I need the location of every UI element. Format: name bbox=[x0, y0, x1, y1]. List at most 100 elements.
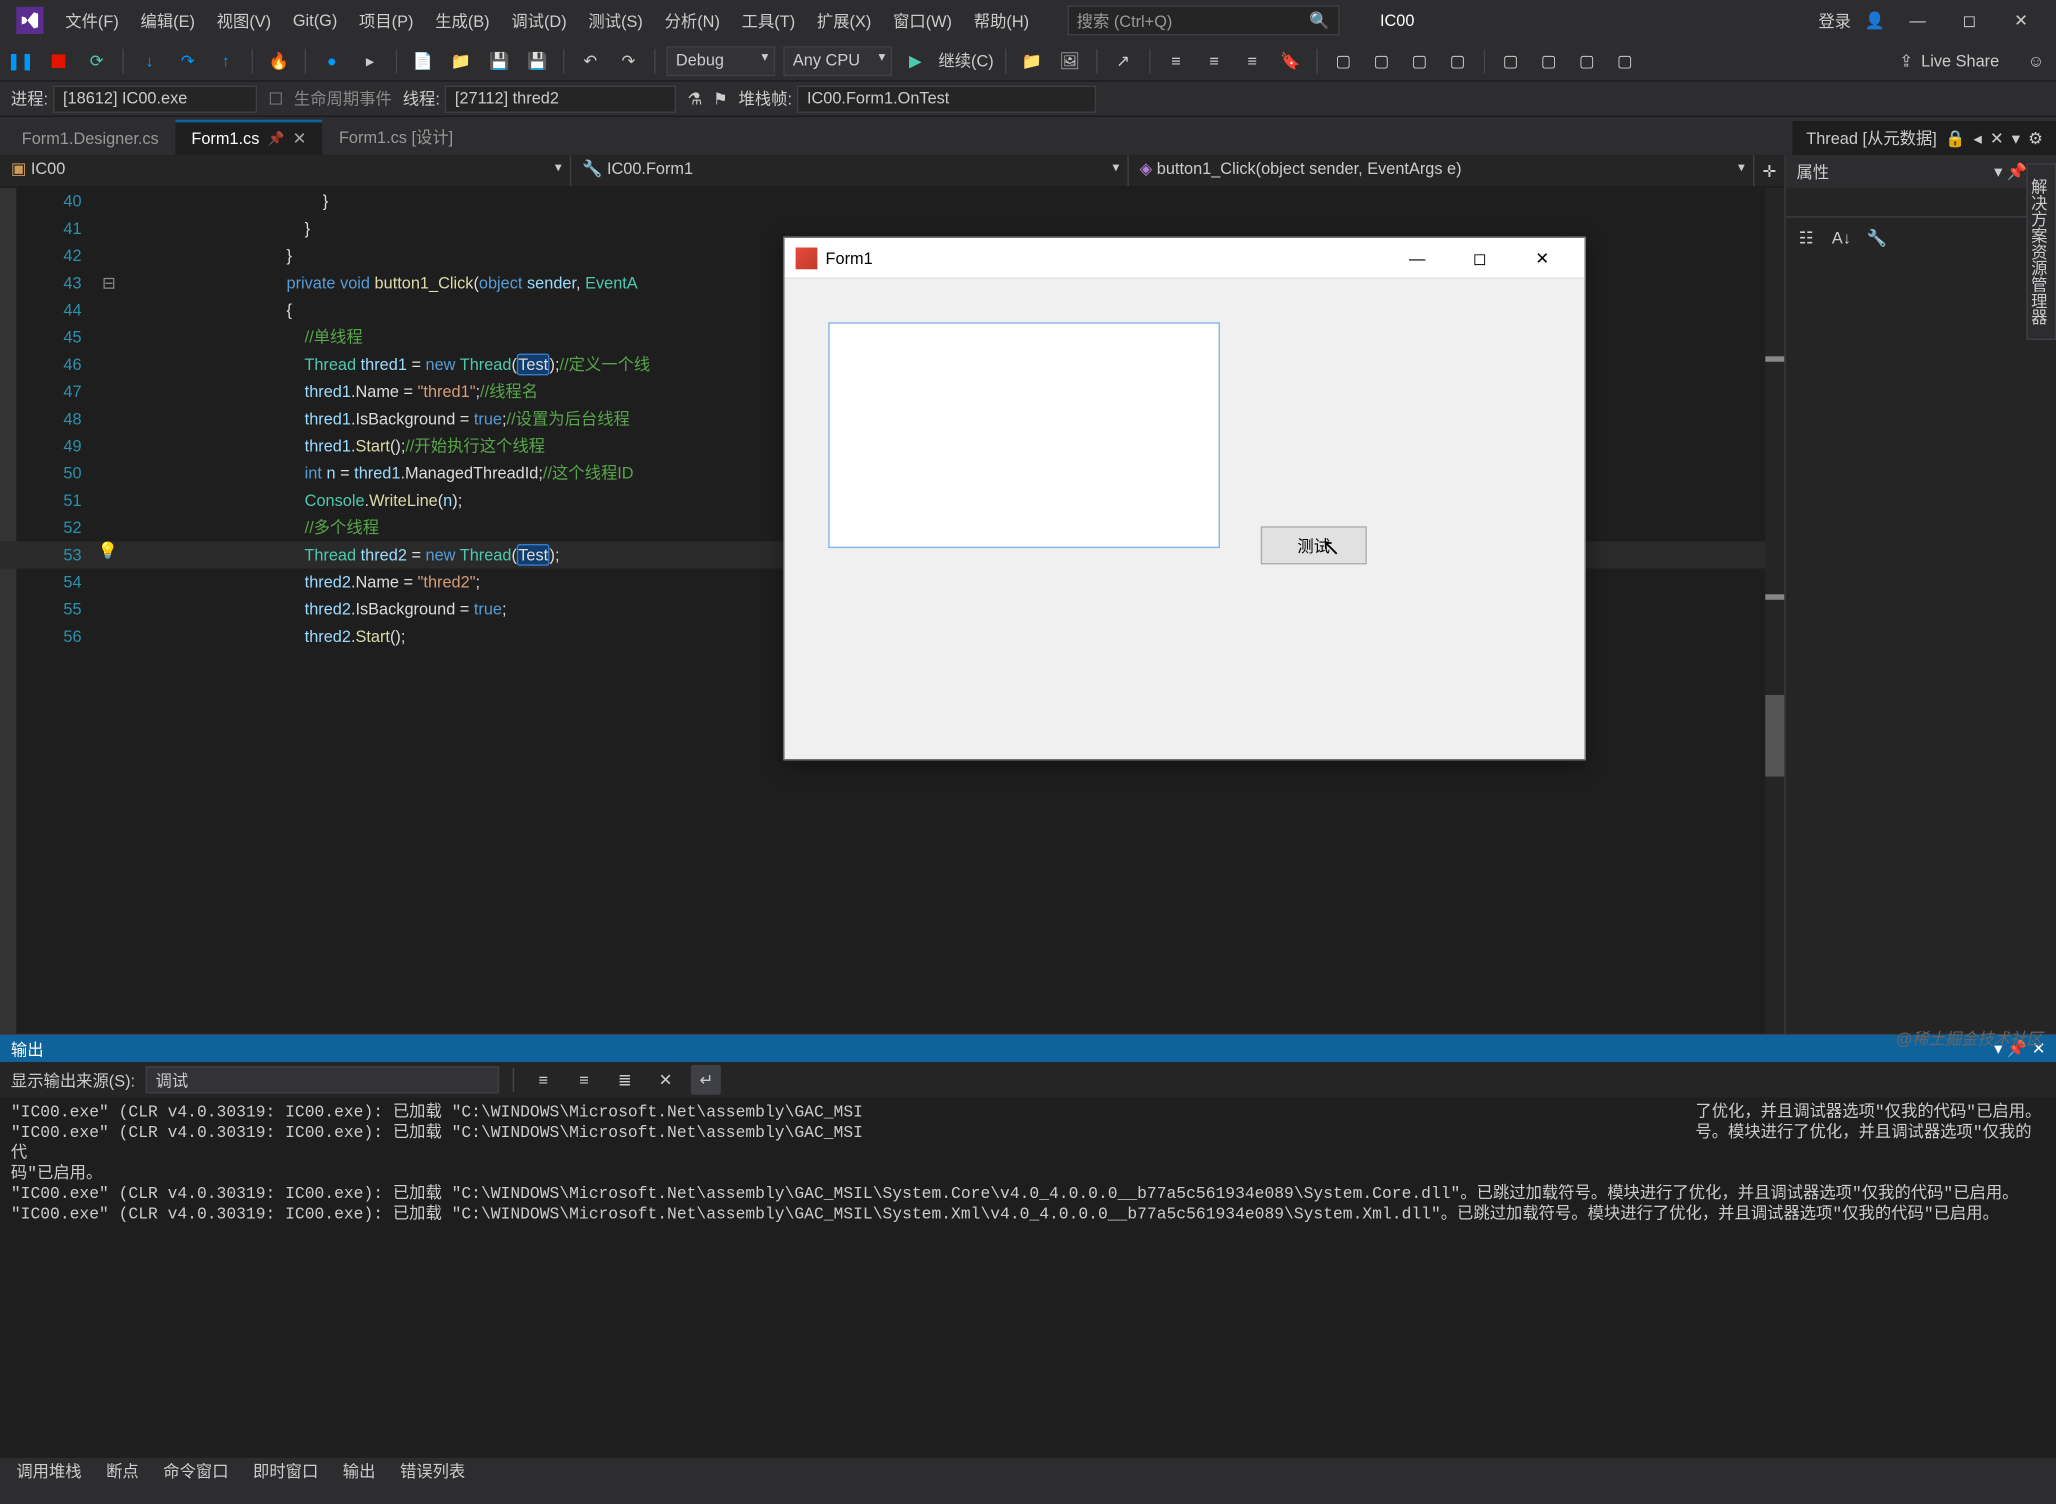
bottom-command[interactable]: 命令窗口 bbox=[152, 1457, 239, 1483]
tab-form1-cs[interactable]: Form1.cs📌✕ bbox=[175, 120, 323, 155]
menu-build[interactable]: 生成(B) bbox=[424, 3, 500, 37]
bottom-output[interactable]: 输出 bbox=[332, 1457, 386, 1483]
process-label: 进程: bbox=[11, 87, 48, 110]
tb-icon-8[interactable]: ▢ bbox=[1443, 46, 1473, 76]
output-text[interactable]: "IC00.exe" (CLR v4.0.30319: IC00.exe): 已… bbox=[0, 1098, 2056, 1458]
step-into-icon[interactable]: ↓ bbox=[135, 46, 165, 76]
tab-prev-icon[interactable]: ◂ bbox=[1974, 129, 1982, 148]
search-input[interactable]: 搜索 (Ctrl+Q)🔍 bbox=[1067, 5, 1339, 35]
menu-extensions[interactable]: 扩展(X) bbox=[806, 3, 882, 37]
menu-edit[interactable]: 编辑(E) bbox=[130, 3, 206, 37]
form-test-button[interactable]: 测试 bbox=[1261, 526, 1367, 564]
close-icon[interactable]: ✕ bbox=[293, 129, 307, 148]
menu-analyze[interactable]: 分析(N) bbox=[654, 3, 731, 37]
watermark-label: @稀土掘金技术社区 bbox=[1896, 1027, 2043, 1050]
folder-icon[interactable]: 📁 bbox=[1017, 46, 1047, 76]
step-out-icon[interactable]: ↑ bbox=[211, 46, 241, 76]
process-dropdown[interactable]: [18612] IC00.exe bbox=[54, 85, 258, 112]
split-icon[interactable]: ✛ bbox=[1754, 155, 1784, 186]
nav-class-dropdown[interactable]: 🔧 IC00.Form1 bbox=[571, 155, 1129, 186]
panel-dropdown-icon[interactable]: ▾ bbox=[1994, 162, 2002, 181]
stop-button[interactable] bbox=[44, 46, 74, 76]
tab-close-icon[interactable]: ✕ bbox=[1990, 129, 2004, 148]
form-maximize-button[interactable]: ◻ bbox=[1448, 239, 1511, 277]
nav-project-dropdown[interactable]: ▣ IC00 bbox=[0, 155, 571, 186]
nav-member-dropdown[interactable]: ◈ button1_Click(object sender, EventArgs… bbox=[1129, 155, 1755, 186]
tb-icon-12[interactable]: ▢ bbox=[1610, 46, 1640, 76]
stackframe-dropdown[interactable]: IC00.Form1.OnTest bbox=[797, 85, 1096, 112]
bottom-immediate[interactable]: 即时窗口 bbox=[242, 1457, 329, 1483]
undo-icon[interactable]: ↶ bbox=[575, 46, 605, 76]
tb-icon-11[interactable]: ▢ bbox=[1572, 46, 1602, 76]
menu-debug[interactable]: 调试(D) bbox=[500, 3, 577, 37]
feedback-icon[interactable]: ☺ bbox=[2021, 46, 2051, 76]
tb-icon-10[interactable]: ▢ bbox=[1534, 46, 1564, 76]
bookmark-icon[interactable]: 🔖 bbox=[1275, 46, 1305, 76]
live-share-button[interactable]: ⇪Live Share bbox=[1886, 46, 2013, 76]
tab-more-icon[interactable]: ▾ bbox=[2012, 129, 2020, 148]
close-button[interactable]: ✕ bbox=[2002, 5, 2040, 35]
wrench-icon[interactable]: 🔧 bbox=[1862, 223, 1892, 253]
tb-icon-4[interactable]: ≡ bbox=[1237, 46, 1267, 76]
tb-icon-5[interactable]: ▢ bbox=[1328, 46, 1358, 76]
menu-bar: 文件(F) 编辑(E) 视图(V) Git(G) 项目(P) 生成(B) 调试(… bbox=[0, 0, 2056, 41]
menu-file[interactable]: 文件(F) bbox=[54, 3, 129, 37]
menu-view[interactable]: 视图(V) bbox=[206, 3, 282, 37]
image-icon[interactable]: 🖼 bbox=[1055, 46, 1085, 76]
tab-form1-design[interactable]: Form1.cs [设计] bbox=[323, 118, 470, 155]
tb-icon-2[interactable]: ≡ bbox=[1161, 46, 1191, 76]
hot-reload-icon[interactable]: 🔥 bbox=[264, 46, 294, 76]
nav-fwd-icon[interactable]: ▸ bbox=[355, 46, 385, 76]
minimize-button[interactable]: — bbox=[1899, 5, 1937, 35]
running-form-window[interactable]: Form1 — ◻ ✕ 测试 ↖ bbox=[783, 237, 1585, 761]
bottom-errors[interactable]: 错误列表 bbox=[389, 1457, 476, 1483]
menu-git[interactable]: Git(G) bbox=[282, 5, 348, 35]
panel-pin-icon[interactable]: 📌 bbox=[2007, 162, 2027, 181]
tb-icon-9[interactable]: ▢ bbox=[1496, 46, 1526, 76]
tab-designer[interactable]: Form1.Designer.cs bbox=[5, 122, 175, 155]
save-all-icon[interactable]: 💾 bbox=[522, 46, 552, 76]
pin-icon[interactable]: 📌 bbox=[268, 131, 285, 146]
menu-help[interactable]: 帮助(H) bbox=[963, 3, 1040, 37]
menu-project[interactable]: 项目(P) bbox=[348, 3, 424, 37]
new-item-icon[interactable]: 📄 bbox=[408, 46, 438, 76]
open-icon[interactable]: 📁 bbox=[446, 46, 476, 76]
tab-thread-meta[interactable]: Thread [从元数据] bbox=[1806, 126, 1937, 149]
filter-icon[interactable]: ⚗ bbox=[687, 89, 702, 108]
user-icon[interactable]: 👤 bbox=[1865, 11, 1885, 30]
continue-label[interactable]: 继续(C) bbox=[938, 49, 993, 72]
tb-icon-1[interactable]: ↗ bbox=[1108, 46, 1138, 76]
form-icon bbox=[796, 247, 818, 269]
settings-icon[interactable]: ⚙ bbox=[2028, 129, 2043, 148]
solution-explorer-tab[interactable]: 解决方案资源管理器 bbox=[2026, 163, 2056, 340]
bottom-callstack[interactable]: 调用堆栈 bbox=[5, 1457, 92, 1483]
pause-button[interactable]: ❚❚ bbox=[5, 46, 35, 76]
start-icon[interactable]: ▶ bbox=[900, 46, 930, 76]
menu-test[interactable]: 测试(S) bbox=[578, 3, 654, 37]
form-titlebar[interactable]: Form1 — ◻ ✕ bbox=[785, 238, 1585, 279]
tb-icon-3[interactable]: ≡ bbox=[1199, 46, 1229, 76]
step-over-icon[interactable]: ↷ bbox=[173, 46, 203, 76]
redo-icon[interactable]: ↷ bbox=[613, 46, 643, 76]
thread-dropdown[interactable]: [27112] thred2 bbox=[445, 85, 676, 112]
platform-dropdown[interactable]: Any CPU bbox=[783, 46, 892, 76]
scroll-overview[interactable] bbox=[1765, 188, 1784, 1034]
menu-tools[interactable]: 工具(T) bbox=[731, 3, 806, 37]
flag-icon[interactable]: ⚑ bbox=[713, 89, 728, 108]
bottom-breakpoints[interactable]: 断点 bbox=[95, 1457, 149, 1483]
alphabetical-icon[interactable]: A↓ bbox=[1826, 223, 1856, 253]
login-button[interactable]: 登录 bbox=[1818, 9, 1851, 32]
form-textbox[interactable] bbox=[828, 322, 1220, 548]
menu-window[interactable]: 窗口(W) bbox=[882, 3, 963, 37]
save-icon[interactable]: 💾 bbox=[484, 46, 514, 76]
config-dropdown[interactable]: Debug bbox=[666, 46, 775, 76]
tb-icon-7[interactable]: ▢ bbox=[1404, 46, 1434, 76]
thread-label: 线程: bbox=[403, 87, 440, 110]
tb-icon-6[interactable]: ▢ bbox=[1366, 46, 1396, 76]
restart-button[interactable]: ⟳ bbox=[82, 46, 112, 76]
nav-back-icon[interactable]: ● bbox=[317, 46, 347, 76]
form-close-button[interactable]: ✕ bbox=[1511, 239, 1574, 277]
maximize-button[interactable]: ◻ bbox=[1950, 5, 1988, 35]
form-minimize-button[interactable]: — bbox=[1386, 239, 1449, 277]
categorized-icon[interactable]: ☷ bbox=[1791, 223, 1821, 253]
